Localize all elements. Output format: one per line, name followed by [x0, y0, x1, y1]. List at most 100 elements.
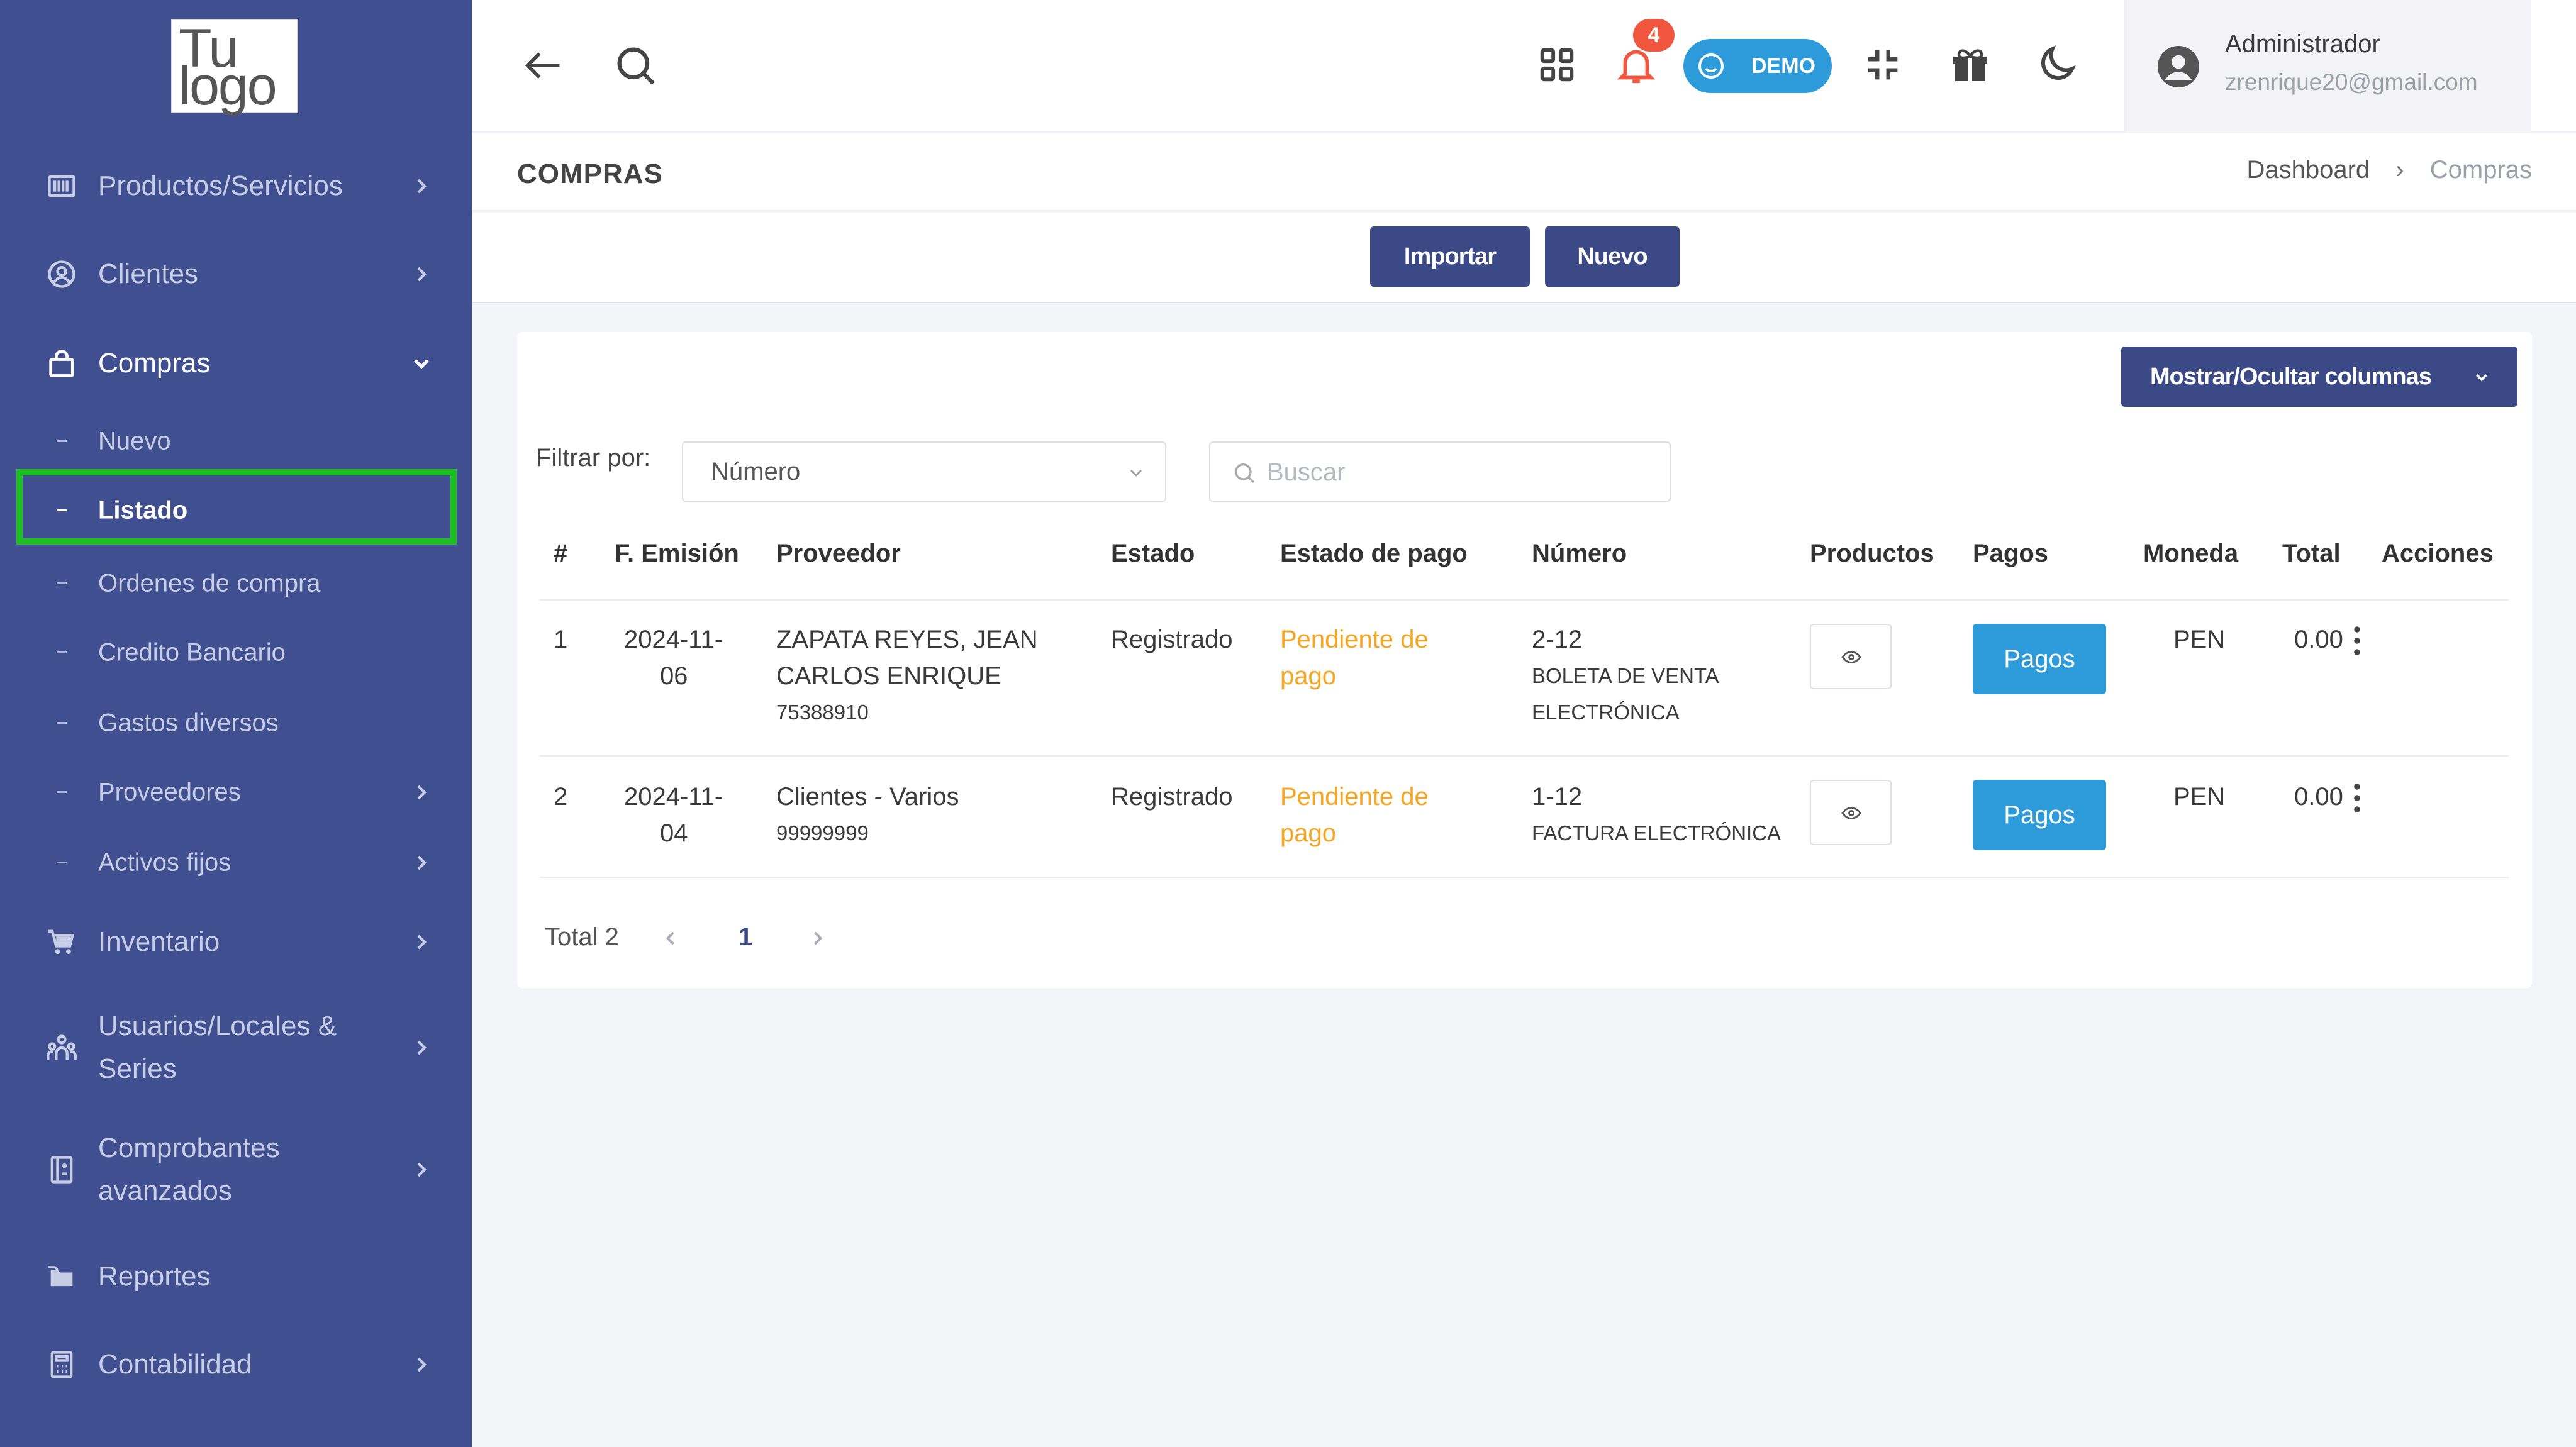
bullet-dash: [57, 722, 67, 724]
filter-label: Filtrar por:: [536, 444, 651, 472]
back-arrow-icon[interactable]: [520, 42, 567, 89]
import-button[interactable]: Importar: [1370, 226, 1530, 287]
user-menu[interactable]: Administrador zrenrique20@gmail.com: [2124, 0, 2531, 132]
toggle-columns-button[interactable]: Mostrar/Ocultar columnas: [2121, 347, 2517, 407]
sidebar-item-label: Productos/Servicios: [98, 170, 343, 201]
submenu-item-proveedores[interactable]: Proveedores: [16, 762, 457, 823]
cell-total: 0.00: [2294, 783, 2343, 811]
chevron-right-icon: [417, 267, 427, 282]
page-header: COMPRAS Dashboard › Compras: [472, 133, 2576, 211]
chevron-right-icon[interactable]: [806, 927, 829, 950]
sidebar-item-label: Compras: [98, 348, 211, 379]
demo-mode-toggle[interactable]: DEMO: [1683, 39, 1832, 93]
filter-select[interactable]: Número: [682, 441, 1166, 502]
barcode-icon: [48, 175, 75, 197]
cell-proveedor-doc: 99999999: [776, 821, 869, 845]
search-icon: [1235, 463, 1255, 484]
chevron-left-icon[interactable]: [659, 927, 682, 950]
sidebar-item-contabilidad[interactable]: Contabilidad: [0, 1333, 472, 1396]
submenu-item-activos-fijos[interactable]: Activos fijos: [16, 833, 457, 893]
view-products-button[interactable]: [1810, 780, 1892, 845]
cell-fecha-line2: 04: [660, 819, 688, 847]
user-email: zrenrique20@gmail.com: [2225, 69, 2478, 95]
submenu-item-credito-bancario[interactable]: Credito Bancario: [16, 623, 457, 683]
more-actions-icon[interactable]: [2348, 622, 2367, 660]
search-input[interactable]: [1267, 450, 1657, 494]
sidebar-item-compras[interactable]: Compras: [0, 332, 472, 395]
more-actions-icon[interactable]: [2348, 779, 2367, 817]
exit-fullscreen-icon[interactable]: [1861, 43, 1905, 87]
sidebar-item-clientes[interactable]: Clientes: [0, 243, 472, 306]
search-field[interactable]: [1209, 441, 1671, 502]
chevron-right-icon: [417, 1357, 427, 1372]
breadcrumb-separator: ›: [2395, 156, 2404, 184]
smile-icon: [1698, 53, 1724, 79]
toggle-columns-label: Mostrar/Ocultar columnas: [2150, 363, 2432, 390]
dark-mode-moon-icon[interactable]: [2034, 42, 2080, 87]
payments-button[interactable]: Pagos: [1973, 780, 2106, 850]
sidebar-item-usuarios-locales-series[interactable]: Usuarios/Locales & Series: [0, 992, 472, 1103]
cell-proveedor-line1: Clientes - Varios: [776, 783, 959, 811]
search-icon[interactable]: [611, 42, 659, 89]
notification-badge: 4: [1633, 19, 1675, 52]
submenu-item-ordenes-de-compra[interactable]: Ordenes de compra: [16, 553, 457, 614]
sidebar-item-reportes[interactable]: Reportes: [0, 1245, 472, 1308]
breadcrumb-current: Compras: [2429, 156, 2532, 184]
cell-index: 1: [554, 626, 568, 653]
bullet-dash: [57, 440, 67, 442]
cell-estado-pago-line1: Pendiente de: [1280, 783, 1429, 811]
breadcrumb: Dashboard › Compras: [2246, 156, 2532, 184]
column-header-numero[interactable]: Número: [1532, 540, 1627, 568]
cell-estado-pago-line2: pago: [1280, 819, 1336, 847]
submenu-item-gastos-diversos[interactable]: Gastos diversos: [16, 693, 457, 753]
company-logo[interactable]: Tu logo: [171, 19, 298, 113]
submenu-item-label: Activos fijos: [98, 848, 231, 877]
users-icon: [47, 1034, 77, 1060]
calculator-icon: [50, 1351, 73, 1378]
breadcrumb-dashboard-link[interactable]: Dashboard: [2246, 156, 2370, 184]
cell-proveedor-doc: 75388910: [776, 701, 869, 724]
sidebar-item-inventario[interactable]: Inventario: [0, 911, 472, 973]
new-purchase-button[interactable]: Nuevo: [1545, 226, 1680, 287]
submenu-item-nuevo[interactable]: Nuevo: [16, 411, 457, 472]
pagination-page-current[interactable]: 1: [739, 923, 752, 951]
sidebar-item-label: Contabilidad: [98, 1349, 252, 1380]
sidebar-item-productos[interactable]: Productos/Servicios: [0, 155, 472, 218]
sidebar-item-label: Usuarios/Locales & Series: [98, 1011, 337, 1084]
submenu-item-label: Proveedores: [98, 778, 241, 806]
cell-tipo-line1: FACTURA ELECTRÓNICA: [1532, 821, 1781, 845]
logo-line-2: logo: [179, 56, 277, 116]
row-divider: [540, 755, 2509, 757]
cell-tipo-line1: BOLETA DE VENTA: [1532, 664, 1719, 687]
chevron-down-icon: [1130, 470, 1142, 477]
chevron-down-icon: [414, 359, 429, 369]
receipt-icon: [50, 1156, 73, 1184]
sidebar-item-label: Inventario: [98, 926, 220, 957]
user-name: Administrador: [2225, 30, 2380, 58]
column-header-estado-pago[interactable]: Estado de pago: [1280, 540, 1468, 568]
chevron-right-icon: [417, 1040, 427, 1055]
cell-fecha-line1: 2024-11-: [624, 783, 723, 811]
chevron-right-icon: [417, 1162, 427, 1177]
column-header-fecha[interactable]: F. Emisión: [615, 540, 739, 568]
apps-grid-icon[interactable]: [1535, 43, 1579, 87]
column-header-pagos: Pagos: [1973, 540, 2049, 567]
gift-icon[interactable]: [1948, 42, 1993, 87]
column-header-estado[interactable]: Estado: [1111, 540, 1195, 568]
payments-button[interactable]: Pagos: [1973, 624, 2106, 694]
eye-icon: [1841, 807, 1861, 819]
sidebar-item-comprobantes-avanzados[interactable]: Comprobantes avanzados: [0, 1114, 472, 1225]
cell-estado-pago-line2: pago: [1280, 662, 1336, 690]
cell-tipo-line2: ELECTRÓNICA: [1532, 701, 1680, 724]
view-products-button[interactable]: [1810, 624, 1892, 689]
column-header-proveedor[interactable]: Proveedor: [776, 540, 901, 568]
selection-highlight: [16, 469, 457, 545]
cell-numero: 1-12: [1532, 783, 1583, 811]
sidebar-item-label: Reportes: [98, 1261, 211, 1292]
folders-icon: [48, 1266, 73, 1287]
user-avatar-icon: [2158, 46, 2199, 87]
cell-numero: 2-12: [1532, 626, 1583, 653]
demo-label: DEMO: [1751, 54, 1815, 78]
cell-total: 0.00: [2294, 626, 2343, 653]
cell-proveedor-line2: CARLOS ENRIQUE: [776, 662, 1001, 690]
